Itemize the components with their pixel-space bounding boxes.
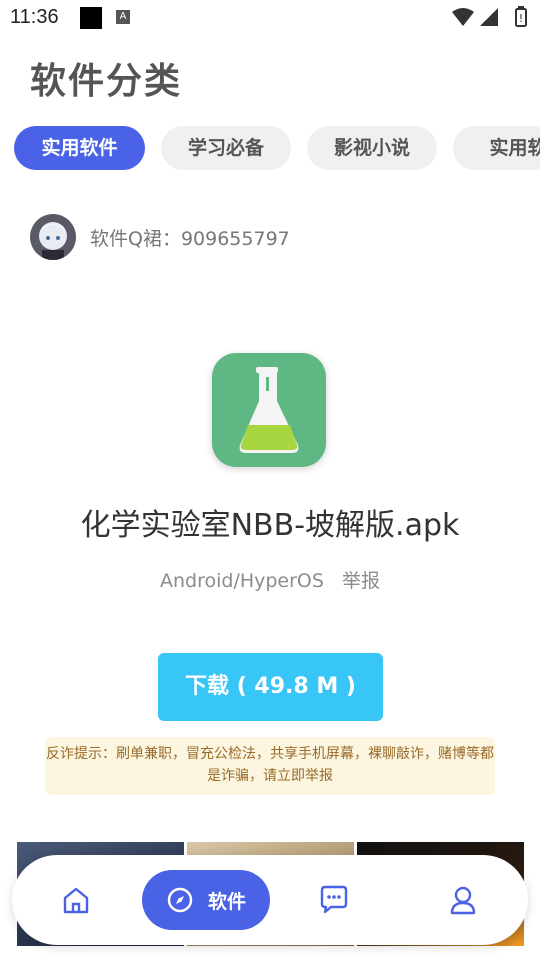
nav-profile[interactable] bbox=[443, 870, 483, 930]
app-platform: Android/HyperOS bbox=[159, 570, 324, 592]
flask-icon bbox=[239, 367, 299, 453]
report-link[interactable]: 举报 bbox=[342, 570, 380, 592]
nav-messages[interactable] bbox=[314, 870, 354, 930]
status-time: 11:36 bbox=[10, 6, 59, 28]
download-button[interactable]: 下载 ( 49.8 M ) bbox=[158, 653, 383, 721]
accessibility-icon: A bbox=[116, 10, 130, 24]
notification-icon bbox=[80, 7, 102, 29]
wifi-icon bbox=[452, 8, 474, 26]
nav-software-label: 软件 bbox=[208, 891, 247, 913]
tab-study-essentials[interactable]: 学习必备 bbox=[161, 126, 291, 170]
tab-practical-software-2[interactable]: 实用软 bbox=[453, 126, 540, 170]
category-tabs: 实用软件 学习必备 影视小说 实用软 bbox=[14, 126, 540, 172]
compass-icon bbox=[167, 887, 193, 913]
app-icon bbox=[212, 353, 326, 467]
nav-home[interactable] bbox=[56, 870, 96, 930]
bottom-nav: 软件 bbox=[12, 855, 528, 945]
page-title: 软件分类 bbox=[30, 61, 183, 102]
status-bar: 11:36 A ! bbox=[0, 0, 540, 36]
tab-movies-novels[interactable]: 影视小说 bbox=[307, 126, 437, 170]
group-qq-text: 软件Q裙：909655797 bbox=[90, 228, 290, 250]
avatar[interactable] bbox=[30, 214, 76, 260]
profile-icon bbox=[450, 886, 476, 915]
status-icons: ! bbox=[452, 6, 527, 27]
app-name: 化学实验室NBB-坡解版.apk bbox=[80, 508, 460, 543]
nav-software[interactable]: 软件 bbox=[142, 870, 270, 930]
svg-text:!: ! bbox=[519, 12, 523, 25]
chat-icon bbox=[320, 885, 348, 914]
tab-practical-software[interactable]: 实用软件 bbox=[14, 126, 145, 170]
anti-fraud-warning: 反诈提示：刷单兼职，冒充公检法，共享手机屏幕，裸聊敲诈，赌博等都是诈骗，请立即举… bbox=[45, 737, 495, 795]
signal-icon bbox=[480, 8, 498, 26]
app-meta: Android/HyperOS 举报 bbox=[0, 566, 540, 593]
home-icon bbox=[63, 887, 89, 914]
